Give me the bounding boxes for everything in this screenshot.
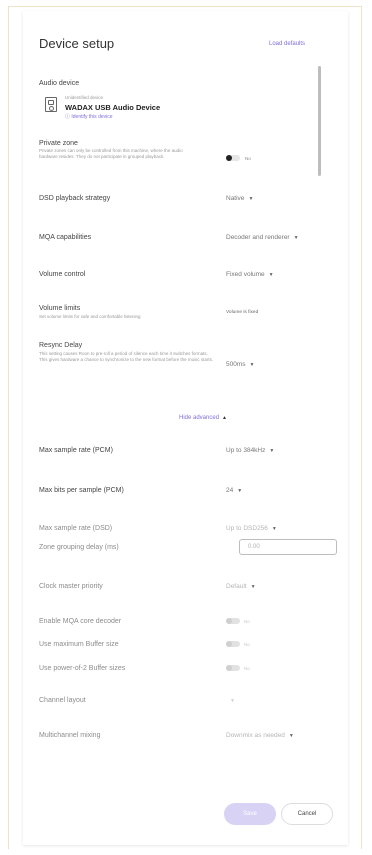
chevron-down-icon: ▼ [288, 733, 294, 739]
cancel-button[interactable]: Cancel [281, 803, 333, 825]
chevron-down-icon: ▼ [268, 272, 274, 278]
mqa-core-decoder-label: Enable MQA core decoder [39, 618, 122, 625]
dialog-title: Device setup [39, 36, 115, 51]
chevron-down-icon: ▼ [248, 196, 254, 202]
chevron-down-icon: ▼ [293, 235, 299, 241]
usb-speaker-icon [45, 97, 57, 112]
max-buffer-size-toggle-label: No [244, 642, 250, 647]
pow2-buffer-toggle-label: No [244, 666, 250, 671]
private-zone-toggle-label: No [245, 156, 251, 161]
volume-control-label: Volume control [39, 271, 86, 278]
save-button[interactable]: Save [224, 803, 276, 825]
chevron-down-icon: ▼ [271, 526, 277, 532]
max-bits-pcm-select[interactable]: 24 ▼ [226, 487, 242, 494]
max-sample-rate-pcm-select[interactable]: Up to 384kHz ▼ [226, 447, 274, 454]
resync-delay-label: Resync Delay [39, 342, 83, 349]
dsd-strategy-label: DSD playback strategy [39, 195, 111, 202]
channel-layout-label: Channel layout [39, 697, 86, 704]
max-buffer-size-toggle[interactable] [226, 641, 240, 647]
multichannel-mixing-select[interactable]: Downmix as needed ▼ [226, 732, 294, 739]
scrollbar[interactable] [318, 66, 321, 176]
max-buffer-size-label: Use maximum Buffer size [39, 641, 119, 648]
resync-delay-value: 500ms [226, 361, 246, 368]
volume-limits-value: Volume is fixed [226, 310, 259, 315]
zone-grouping-delay-value: 0.00 [248, 544, 260, 550]
private-zone-toggle[interactable] [226, 155, 240, 161]
chevron-down-icon: ▼ [250, 584, 256, 590]
multichannel-mixing-value: Downmix as needed [226, 732, 285, 739]
volume-control-select[interactable]: Fixed volume ▼ [226, 271, 274, 278]
private-zone-description: Private zones can only be controlled fro… [39, 148, 183, 159]
hide-advanced-text: Hide advanced [179, 415, 220, 421]
mqa-core-decoder-toggle[interactable] [226, 618, 240, 624]
multichannel-mixing-label: Multichannel mixing [39, 732, 101, 739]
max-sample-rate-pcm-label: Max sample rate (PCM) [39, 447, 113, 454]
device-status: Unidentified device [65, 95, 104, 100]
dsd-strategy-value: Native [226, 195, 245, 202]
mqa-capabilities-value: Decoder and renderer [226, 234, 290, 241]
max-sample-rate-dsd-label: Max sample rate (DSD) [39, 525, 113, 532]
chevron-down-icon: ▼ [237, 488, 243, 494]
clock-master-priority-value: Default [226, 583, 247, 590]
hide-advanced-link[interactable]: Hide advanced ▲ [179, 415, 227, 421]
clock-master-priority-select[interactable]: Default ▼ [226, 583, 256, 590]
pow2-buffer-toggle[interactable] [226, 665, 240, 671]
channel-layout-select[interactable]: ▼ [226, 697, 235, 704]
chevron-down-icon: ▼ [230, 698, 235, 704]
clock-master-priority-label: Clock master priority [39, 583, 103, 590]
volume-limits-description: Set volume limits for safe and comfortab… [39, 314, 141, 319]
mqa-core-decoder-toggle-label: No [244, 619, 250, 624]
max-sample-rate-dsd-value: Up to DSD256 [226, 525, 268, 532]
mqa-capabilities-select[interactable]: Decoder and renderer ▼ [226, 234, 299, 241]
max-bits-pcm-label: Max bits per sample (PCM) [39, 487, 124, 494]
dsd-strategy-select[interactable]: Native ▼ [226, 195, 253, 202]
identify-device-text: Identify this device [71, 114, 113, 120]
zone-grouping-delay-label: Zone grouping delay (ms) [39, 544, 119, 551]
device-setup-dialog: Device setup Load defaults Audio device … [23, 11, 348, 845]
chevron-up-icon: ▲ [222, 415, 227, 421]
max-sample-rate-dsd-select[interactable]: Up to DSD256 ▼ [226, 525, 277, 532]
volume-limits-label: Volume limits [39, 305, 81, 312]
load-defaults-link[interactable]: Load defaults [269, 41, 305, 47]
chevron-down-icon: ▼ [269, 448, 275, 454]
max-sample-rate-pcm-value: Up to 384kHz [226, 447, 266, 454]
chevron-down-icon: ▼ [249, 362, 255, 368]
private-zone-label: Private zone [39, 140, 78, 147]
mqa-capabilities-label: MQA capabilities [39, 234, 92, 241]
pow2-buffer-label: Use power-of-2 Buffer sizes [39, 665, 126, 672]
identify-device-link[interactable]: ⓘ Identify this device [65, 113, 113, 120]
max-bits-pcm-value: 24 [226, 487, 234, 494]
zone-grouping-delay-input[interactable]: 0.00 [239, 539, 337, 555]
device-name: WADAX USB Audio Device [65, 103, 161, 112]
audio-device-label: Audio device [39, 80, 80, 87]
resync-delay-description: This setting causes Roon to pre-roll a p… [39, 351, 214, 362]
resync-delay-select[interactable]: 500ms ▼ [226, 361, 254, 368]
volume-control-value: Fixed volume [226, 271, 265, 278]
